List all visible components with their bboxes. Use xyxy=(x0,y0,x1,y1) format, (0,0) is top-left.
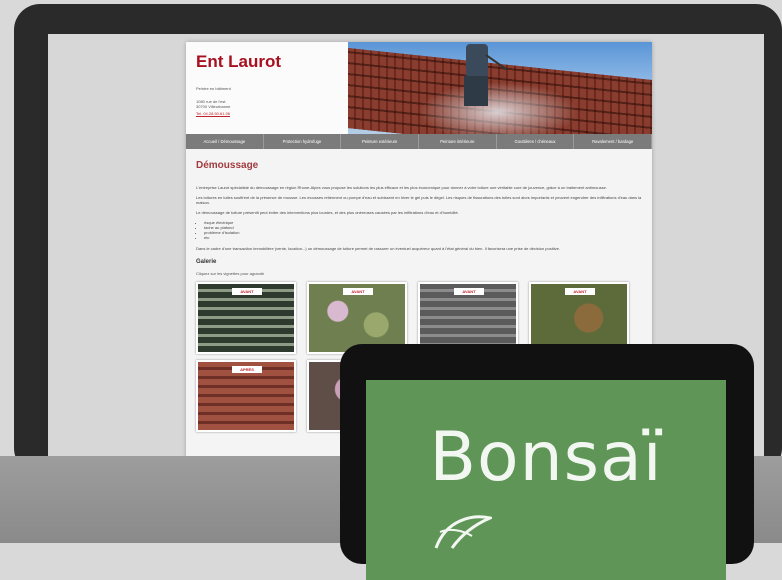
worker-legs xyxy=(464,76,488,106)
tablet-title: Bonsaï xyxy=(429,418,663,497)
nav-item-demoussage[interactable]: Accueil / Démoussage xyxy=(186,134,264,149)
nav-item-peinture-interieure[interactable]: Peinture intérieure xyxy=(419,134,497,149)
brand-block: Ent Laurot Peintre en bâtiment 1080 rue … xyxy=(186,42,348,134)
paragraph: Le démoussage de toiture présentit peut … xyxy=(196,210,459,215)
nav-item-gouttieres[interactable]: Gouttières / chéneaux xyxy=(497,134,575,149)
gallery-thumbnail[interactable]: APRÈS xyxy=(196,360,296,432)
tablet-device: Bonsaï xyxy=(340,344,754,580)
list-item: etc xyxy=(204,235,642,240)
risk-list: risque électrique tache au plafond probl… xyxy=(204,220,642,240)
thumb-tag: AVANT xyxy=(565,288,595,295)
tablet-screen: Bonsaï xyxy=(366,380,726,580)
brand-address: 1080 rue de l'est 30700 Villeurbanne xyxy=(196,99,230,109)
thumb-tag: AVANT xyxy=(232,288,262,295)
nav-item-ravalement[interactable]: Ravalement / bardage xyxy=(574,134,653,149)
thumb-tag: APRÈS xyxy=(232,366,262,373)
main-nav: Accueil / Démoussage Protection hydrofug… xyxy=(186,134,653,149)
brand-title[interactable]: Ent Laurot xyxy=(196,52,281,72)
hero-image xyxy=(348,42,652,134)
leaf-icon xyxy=(434,515,492,549)
brand-subtitle: Peintre en bâtiment xyxy=(196,86,231,91)
gallery-title: Galerie xyxy=(196,259,217,265)
page-title: Démoussage xyxy=(196,160,259,171)
paragraph: L'entreprise Laurot spécialiste du démou… xyxy=(196,185,607,190)
nav-item-hydrofuge[interactable]: Protection hydrofuge xyxy=(264,134,342,149)
thumb-tag: AVANT xyxy=(343,288,373,295)
phone-link[interactable]: Tel. 04.28.50.61.06 xyxy=(196,111,230,116)
thumb-tag: AVANT xyxy=(454,288,484,295)
address-line: 30700 Villeurbanne xyxy=(196,104,231,109)
nav-item-peinture-exterieure[interactable]: Peinture extérieure xyxy=(341,134,420,149)
gallery-hint: Cliquez sur les vignettes pour agrandir xyxy=(196,271,265,276)
paragraph: Dans le cadre d'une transaction immobili… xyxy=(196,246,560,251)
site-header: Ent Laurot Peintre en bâtiment 1080 rue … xyxy=(186,42,652,134)
water-spray xyxy=(418,82,578,134)
worker-figure xyxy=(466,44,488,78)
paragraph: Les toitures en tuiles souffrent de la p… xyxy=(196,195,642,205)
gallery-thumbnail[interactable]: AVANT xyxy=(196,282,296,354)
